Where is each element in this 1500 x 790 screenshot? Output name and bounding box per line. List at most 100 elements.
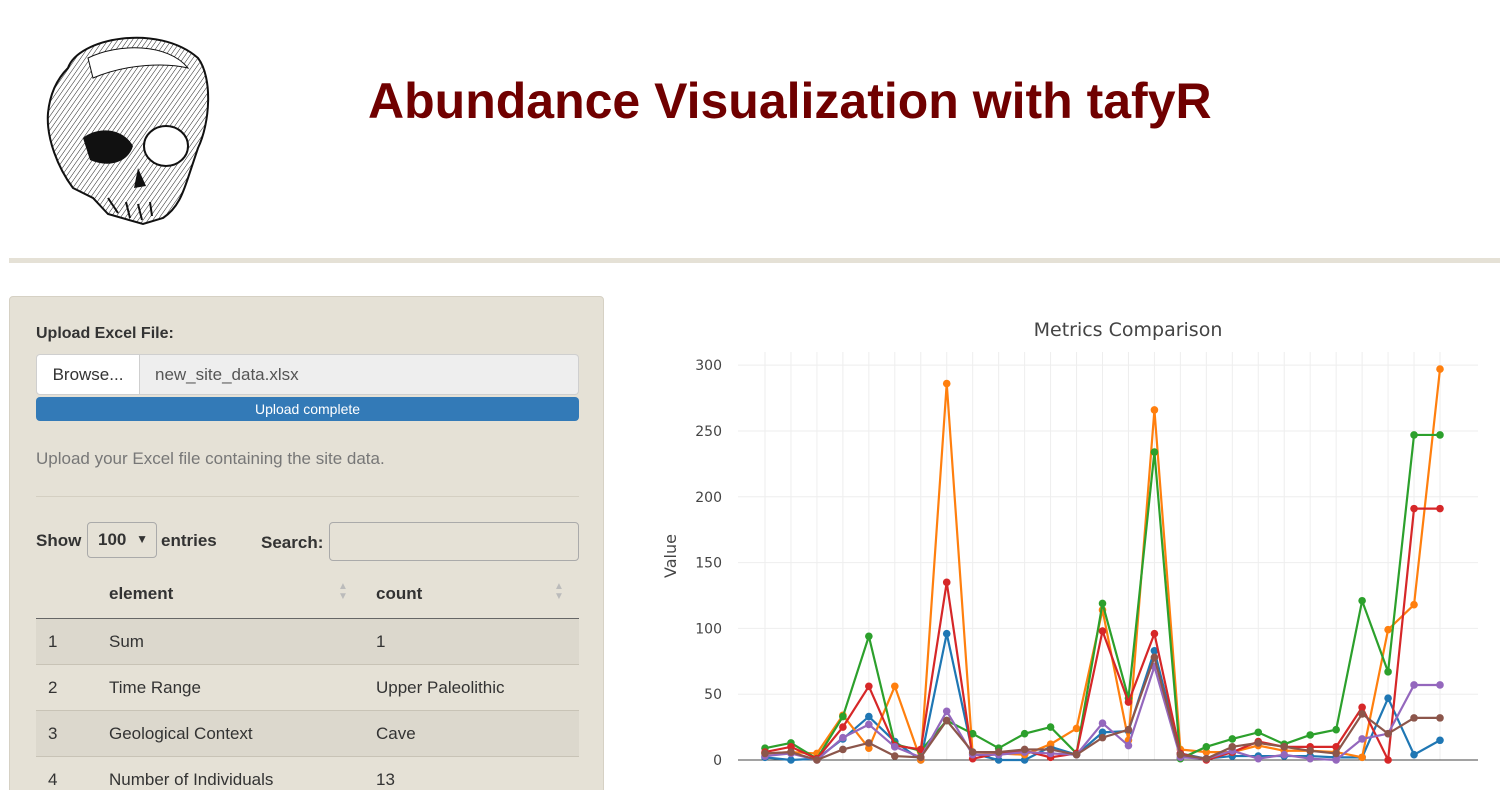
data-point bbox=[1358, 753, 1366, 762]
row-element: Geological Context bbox=[109, 724, 253, 743]
data-point bbox=[1098, 733, 1107, 742]
data-point bbox=[1436, 736, 1444, 745]
y-tick-label: 300 bbox=[695, 358, 722, 374]
file-name-field[interactable]: new_site_data.xlsx bbox=[140, 354, 579, 395]
data-point bbox=[994, 748, 1003, 756]
sort-icon[interactable]: ▲ ▼ bbox=[554, 582, 564, 602]
data-point bbox=[891, 682, 899, 691]
row-count: Upper Paleolithic bbox=[376, 678, 505, 697]
data-point bbox=[1358, 703, 1366, 712]
data-point bbox=[1176, 750, 1185, 759]
data-point bbox=[813, 756, 821, 764]
data-point bbox=[1254, 739, 1263, 747]
data-point bbox=[1072, 750, 1081, 759]
data-point bbox=[1202, 754, 1211, 763]
data-point bbox=[839, 733, 847, 742]
data-point bbox=[942, 379, 951, 388]
upload-progress-bar: Upload complete bbox=[36, 397, 579, 421]
data-point bbox=[942, 578, 951, 587]
data-point bbox=[1202, 743, 1211, 751]
row-index: 4 bbox=[48, 770, 58, 789]
y-tick-label: 150 bbox=[695, 556, 722, 572]
data-point bbox=[865, 739, 873, 747]
row-index: 2 bbox=[48, 678, 58, 697]
data-point bbox=[1358, 710, 1366, 718]
data-point bbox=[839, 723, 847, 731]
data-point bbox=[1436, 504, 1444, 513]
data-point bbox=[865, 632, 873, 641]
data-point bbox=[1384, 668, 1392, 676]
metrics-chart[interactable]: Metrics Comparison 0 50 100 150 200 250 300 Valu… bbox=[650, 300, 1500, 790]
row-element: Sum bbox=[109, 632, 144, 651]
sort-icon[interactable]: ▲ ▼ bbox=[338, 582, 348, 602]
chart-svg[interactable]: Metrics Comparison 0 50 100 150 200 250 300 Valu… bbox=[650, 300, 1500, 790]
row-count: 13 bbox=[376, 770, 395, 789]
table-row: 2 Time Range Upper Paleolithic bbox=[36, 665, 579, 711]
y-tick-label: 0 bbox=[713, 753, 722, 769]
data-point bbox=[942, 716, 951, 725]
data-point bbox=[1436, 681, 1444, 689]
search-input[interactable] bbox=[329, 522, 579, 561]
y-tick-label: 50 bbox=[704, 687, 722, 703]
data-point bbox=[1046, 723, 1055, 731]
data-point bbox=[1332, 725, 1340, 734]
data-point bbox=[1150, 448, 1159, 456]
table-row: 1 Sum 1 bbox=[36, 619, 579, 665]
data-point bbox=[865, 682, 873, 691]
data-point bbox=[1384, 694, 1392, 702]
data-point bbox=[968, 748, 977, 756]
show-label: Show bbox=[36, 531, 82, 550]
data-point bbox=[1228, 743, 1237, 751]
row-index: 3 bbox=[48, 724, 58, 743]
column-header-element[interactable]: element bbox=[109, 584, 173, 604]
data-point bbox=[787, 748, 795, 756]
data-point bbox=[916, 753, 925, 762]
data-point bbox=[1046, 745, 1055, 754]
data-point bbox=[839, 712, 847, 721]
data-point bbox=[1098, 627, 1107, 635]
data-point bbox=[1410, 681, 1418, 689]
column-header-count[interactable]: count bbox=[376, 584, 422, 604]
row-count: Cave bbox=[376, 724, 416, 743]
upload-label: Upload Excel File: bbox=[36, 325, 174, 342]
entries-length-select[interactable]: 100 ▼ bbox=[87, 522, 157, 558]
length-value: 100 bbox=[98, 530, 127, 549]
data-point bbox=[1098, 599, 1107, 608]
data-point bbox=[1280, 743, 1289, 751]
entries-label: entries bbox=[161, 531, 217, 550]
browse-button[interactable]: Browse... bbox=[36, 354, 140, 395]
data-point bbox=[1384, 625, 1392, 634]
data-point bbox=[1410, 431, 1418, 439]
data-point bbox=[1124, 698, 1133, 706]
data-point bbox=[1150, 653, 1159, 662]
data-point bbox=[1436, 714, 1444, 722]
data-point bbox=[1384, 756, 1392, 764]
chevron-down-icon: ▼ bbox=[136, 532, 148, 546]
y-tick-label: 250 bbox=[695, 424, 722, 440]
header-divider bbox=[9, 258, 1500, 263]
data-point bbox=[1332, 756, 1340, 764]
data-point bbox=[1410, 750, 1418, 759]
data-point bbox=[942, 629, 951, 638]
row-element: Number of Individuals bbox=[109, 770, 274, 789]
sidebar-divider bbox=[36, 496, 579, 497]
data-point bbox=[1072, 724, 1081, 733]
data-point bbox=[942, 707, 951, 716]
data-point bbox=[1410, 714, 1418, 722]
data-point bbox=[1124, 741, 1133, 750]
data-point bbox=[1358, 596, 1366, 605]
data-point bbox=[1410, 504, 1418, 513]
skull-icon bbox=[46, 36, 210, 226]
data-point bbox=[865, 712, 873, 721]
data-point bbox=[1410, 600, 1418, 609]
row-count: 1 bbox=[376, 632, 386, 651]
y-tick-label: 100 bbox=[695, 621, 722, 637]
data-point bbox=[891, 743, 899, 751]
data-point bbox=[865, 720, 873, 729]
y-axis-label: Value bbox=[661, 534, 680, 578]
app-title: Abundance Visualization with tafyR bbox=[368, 73, 1212, 129]
data-point bbox=[1358, 735, 1366, 743]
data-point bbox=[1254, 728, 1263, 737]
data-point bbox=[1150, 406, 1159, 414]
data-point bbox=[1150, 629, 1159, 638]
